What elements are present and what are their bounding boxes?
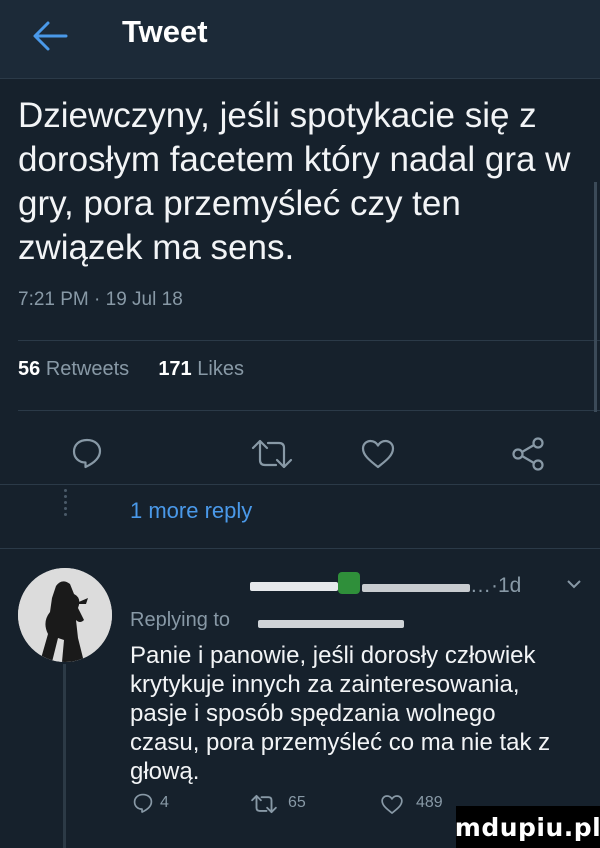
- like-count: 489: [416, 794, 443, 811]
- reply-icon[interactable]: [132, 792, 154, 814]
- share-icon[interactable]: [510, 436, 546, 472]
- more-replies-link[interactable]: 1 more reply: [130, 498, 252, 524]
- tweet-stats: 56 Retweets 171 Likes: [18, 358, 244, 381]
- retweet-icon[interactable]: [250, 438, 294, 470]
- avatar[interactable]: [18, 568, 112, 662]
- watermark-logo: mdupiu.pl: [455, 806, 600, 848]
- divider: [0, 484, 600, 485]
- like-heart-icon[interactable]: [380, 794, 404, 815]
- divider: [18, 340, 600, 341]
- thread-ellipsis: [64, 486, 67, 519]
- divider: [18, 410, 600, 411]
- chevron-down-icon[interactable]: [566, 578, 582, 590]
- top-bar: Tweet: [0, 0, 600, 79]
- replying-to: Replying to: [130, 609, 231, 631]
- divider: [0, 548, 600, 549]
- redacted-username: [338, 572, 360, 594]
- back-arrow-icon[interactable]: [30, 18, 70, 54]
- retweet-icon[interactable]: [250, 794, 278, 814]
- retweets-count[interactable]: 56: [18, 358, 40, 380]
- reply-count: 4: [160, 794, 169, 811]
- retweets-label[interactable]: Retweets: [46, 358, 129, 380]
- retweet-count: 65: [288, 794, 306, 811]
- likes-count[interactable]: 171: [158, 358, 191, 380]
- tweet-text: Dziewczyny, jeśli spotykacie się z doros…: [18, 96, 571, 267]
- reply-time: …·1d: [470, 574, 522, 597]
- likes-label[interactable]: Likes: [197, 358, 244, 380]
- redacted-mention: [258, 620, 404, 628]
- thread-line: [63, 664, 66, 848]
- tweet-timestamp: 7:21 PM · 19 Jul 18: [18, 289, 183, 310]
- redacted-handle: [362, 584, 470, 592]
- reply-icon[interactable]: [70, 436, 104, 470]
- scrollbar[interactable]: [594, 182, 597, 412]
- like-heart-icon[interactable]: [360, 438, 396, 470]
- redacted-username: [250, 582, 338, 591]
- reply-text: Panie i panowie, jeśli dorosły człowiek …: [130, 642, 551, 785]
- page-title: Tweet: [122, 14, 208, 49]
